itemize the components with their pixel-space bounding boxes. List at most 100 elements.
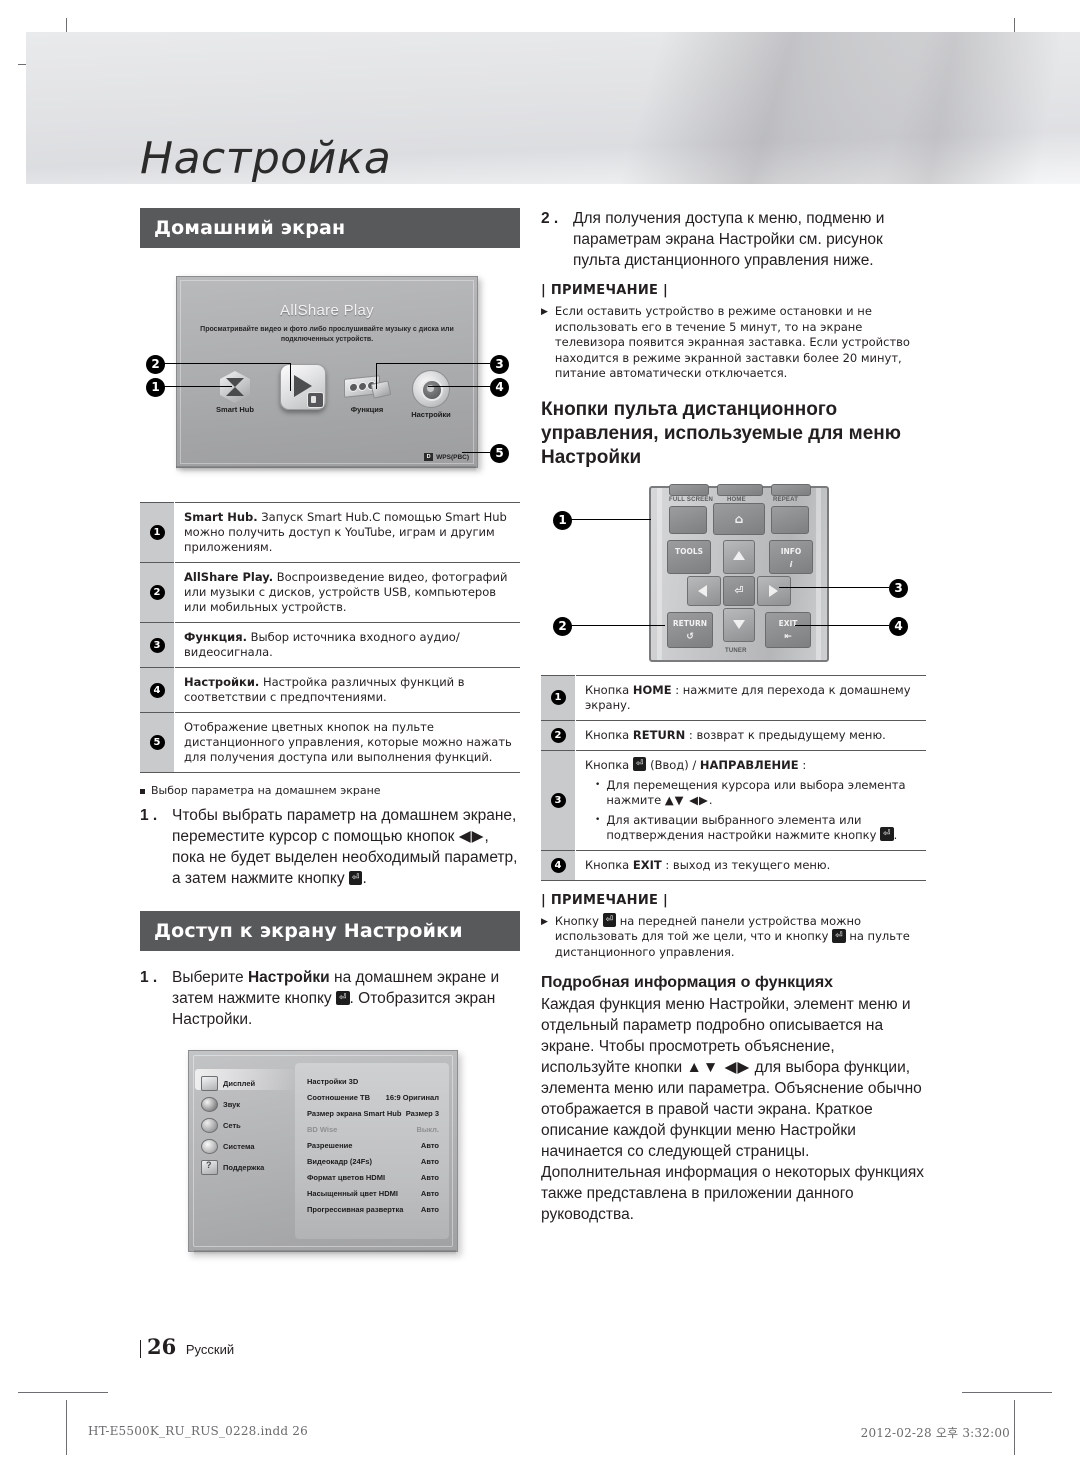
remote-key-exit[interactable]: EXIT ⇤ — [765, 611, 811, 648]
settings-option-row-disabled: BD Wise Выкл. — [307, 1125, 439, 1134]
legend-text: Функция. Выбор источника входного аудио/… — [174, 622, 520, 668]
remote-key-up[interactable] — [723, 539, 755, 574]
note-text: Если оставить устройство в режиме остано… — [554, 304, 910, 380]
remote-row-number: 3 — [541, 749, 576, 850]
settings-menu-label: Сеть — [223, 1121, 241, 1130]
remote-key-tools[interactable]: TOOLS — [667, 539, 711, 574]
settings-option-name: Размер экрана Smart Hub — [307, 1109, 402, 1118]
exit-arrow-icon: ⇤ — [784, 631, 792, 642]
home-icon-label: Настройки — [411, 410, 451, 419]
settings-menu-item-network[interactable]: Сеть — [201, 1115, 293, 1136]
remote-callout-line-1 — [571, 518, 651, 520]
home-icon-function[interactable]: Функция — [337, 373, 397, 414]
direction-arrows-icon: ▲▼ ◀▶ — [686, 1059, 751, 1076]
home-icon-allshare-play[interactable] — [273, 364, 333, 410]
remote-key-home[interactable]: ⌂ — [713, 502, 765, 535]
enter-key-icon: ⏎ — [734, 583, 744, 597]
enter-key-icon: ⏎ — [632, 757, 647, 771]
settings-options-panel: Настройки 3D Соотношение ТВ 16:9 Оригина… — [295, 1063, 449, 1239]
table-row: 4 Настройки. Настройка различных функций… — [140, 667, 520, 713]
remote-row-text: Кнопка EXIT : выход из текущего меню. — [575, 849, 926, 881]
remote-key-return[interactable]: RETURN ↺ — [667, 611, 713, 648]
remote-callout-bubble-1: 1 — [553, 510, 572, 530]
settings-screen-illustration: Дисплей Звук Сеть Система Поддержка — [140, 1044, 520, 1259]
step-body: Чтобы выбрать параметр на домашнем экран… — [172, 805, 520, 889]
remote-key-info[interactable]: INFO i — [769, 539, 813, 574]
page-number: 26 — [147, 1334, 177, 1359]
remote-key-repeat[interactable] — [771, 505, 809, 534]
settings-menu-item-system[interactable]: Система — [201, 1136, 293, 1157]
row-heading-line: Кнопка ⏎ (Ввод) / НАПРАВЛЕНИЕ : — [585, 757, 922, 773]
row-prefix: Кнопка — [585, 727, 633, 742]
home-icon-settings[interactable]: Настройки — [401, 370, 461, 419]
return-arrow-icon: ↺ — [686, 631, 694, 642]
remote-key-left[interactable] — [687, 575, 721, 606]
settings-option-row[interactable]: Прогрессивная развертка Авто — [307, 1205, 439, 1214]
heading-function-details: Подробная информация о функциях — [541, 974, 834, 991]
home-icons-row: Smart Hub Функция Настройки — [177, 361, 477, 437]
row-prefix: Кнопка — [585, 857, 633, 872]
settings-option-row[interactable]: Разрешение Авто — [307, 1141, 439, 1150]
table-row: 1 Кнопка HOME : нажмите для перехода к д… — [541, 674, 926, 720]
settings-option-value: Размер 3 — [405, 1109, 439, 1118]
support-icon — [201, 1160, 218, 1175]
enter-key-icon: ⏎ — [832, 928, 846, 943]
settings-menu-label: Поддержка — [223, 1163, 265, 1172]
note-text: Кнопку ⏎ на передней панели устройства м… — [554, 913, 910, 959]
table-row: 1 Smart Hub. Запуск Smart Hub.С помощью … — [140, 502, 520, 563]
callout-bubble-3: 3 — [490, 355, 509, 374]
row-mid: (Ввод) / — [646, 757, 700, 772]
section-header-home-screen: Домашний экран — [140, 208, 520, 248]
settings-option-value: Авто — [420, 1141, 439, 1150]
remote-row-number: 4 — [541, 849, 576, 881]
step-select-option: 1 . Чтобы выбрать параметр на домашнем э… — [140, 805, 520, 889]
settings-menu-item-support[interactable]: Поддержка — [201, 1157, 293, 1178]
remote-right-edge — [816, 487, 821, 660]
allshare-play-icon — [280, 364, 326, 410]
remote-key-partial-right[interactable] — [771, 483, 811, 496]
section-header-settings-access: Доступ к экрану Настройки — [140, 911, 520, 951]
gear-icon — [412, 370, 450, 408]
settings-option-row[interactable]: Настройки 3D — [307, 1077, 439, 1086]
cube-icon — [220, 371, 250, 403]
home-icon-label: Smart Hub — [216, 405, 254, 414]
remote-label-repeat: REPEAT — [773, 496, 799, 503]
settings-menu-list: Дисплей Звук Сеть Система Поддержка — [201, 1073, 293, 1178]
remote-key-label: RETURN — [672, 618, 708, 628]
remote-label-home: HOME — [727, 496, 746, 503]
sound-icon — [201, 1097, 218, 1112]
home-icon-smart-hub[interactable]: Smart Hub — [205, 371, 265, 414]
settings-option-row[interactable]: Размер экрана Smart Hub Размер 3 — [307, 1109, 439, 1118]
remote-callout-bubble-4: 4 — [889, 616, 908, 636]
settings-menu-label: Система — [223, 1142, 255, 1151]
step-bold-term: Настройки — [247, 969, 330, 986]
home-icon: ⌂ — [734, 511, 744, 526]
row-prefix: Кнопка — [585, 682, 633, 697]
remote-key-enter[interactable]: ⏎ — [723, 575, 755, 606]
row-suffix: : выход из текущего меню. — [661, 857, 831, 872]
settings-option-row[interactable]: Формат цветов HDMI Авто — [307, 1173, 439, 1182]
table-row: 5 Отображение цветных кнопок на пульте д… — [140, 712, 520, 773]
remote-left-edge — [657, 487, 662, 660]
settings-option-name: Формат цветов HDMI — [307, 1173, 386, 1182]
remote-callout-bubble-2: 2 — [553, 616, 572, 636]
step-number: 1 . — [140, 969, 158, 986]
row-prefix: Кнопка — [585, 757, 633, 772]
enter-key-icon: ⏎ — [602, 913, 617, 927]
remote-key-right[interactable] — [757, 575, 791, 606]
remote-row-text: Кнопка ⏎ (Ввод) / НАПРАВЛЕНИЕ : • Для пе… — [575, 749, 926, 850]
settings-menu-item-sound[interactable]: Звук — [201, 1094, 293, 1115]
remote-key-partial-mid[interactable] — [717, 483, 763, 496]
remote-key-fullscreen[interactable] — [669, 505, 707, 534]
callout-line-2a — [162, 363, 290, 364]
crop-mark-bottom-left — [66, 1400, 67, 1455]
settings-option-row[interactable]: Насыщенный цвет HDMI Авто — [307, 1189, 439, 1198]
footer-rule — [140, 1340, 141, 1358]
row-key-name: HOME — [632, 682, 672, 697]
remote-key-down[interactable] — [723, 607, 755, 642]
settings-menu-item-display[interactable]: Дисплей — [201, 1073, 293, 1094]
remote-key-partial-left[interactable] — [669, 483, 709, 496]
home-icon-label: Функция — [350, 405, 384, 414]
settings-option-row[interactable]: Видеокадр (24Fs) Авто — [307, 1157, 439, 1166]
settings-option-row[interactable]: Соотношение ТВ 16:9 Оригинал — [307, 1093, 439, 1102]
